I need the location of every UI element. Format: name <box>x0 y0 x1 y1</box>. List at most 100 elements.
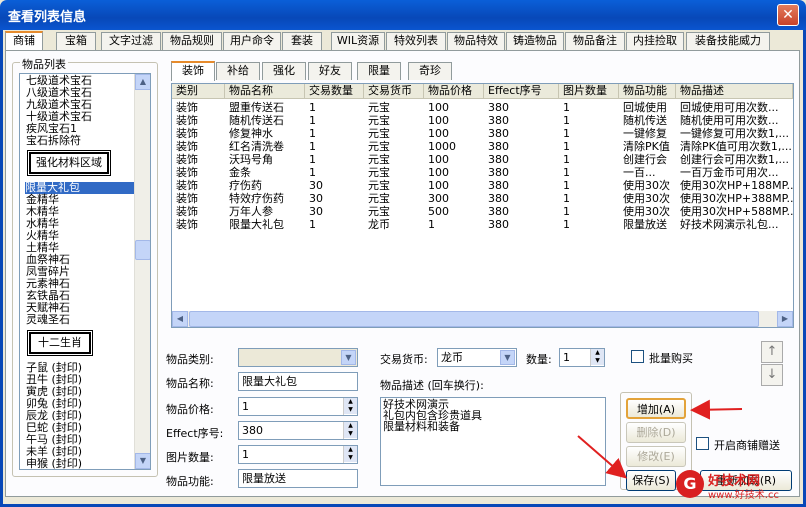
currency-select[interactable]: 龙币 ▼ <box>437 348 517 367</box>
tab-item-rules[interactable]: 物品规则 <box>162 32 222 50</box>
section-header-zodiac[interactable]: 十二生肖 <box>27 330 93 356</box>
subtab-supply[interactable]: 补给 <box>216 62 260 80</box>
tab-text-filter[interactable]: 文字过滤 <box>101 32 161 50</box>
subtab-limited[interactable]: 限量 <box>357 62 401 80</box>
chevron-down-icon[interactable]: ▼ <box>341 350 356 365</box>
table-cell: 1000 <box>428 140 456 153</box>
column-header[interactable]: 物品功能 <box>619 84 676 99</box>
function-field[interactable]: 限量放送 <box>238 469 358 488</box>
subtab-treasure[interactable]: 奇珍 <box>408 62 452 80</box>
tab-skill-power[interactable]: 装备技能威力 <box>686 32 770 50</box>
column-header[interactable]: 物品名称 <box>225 84 305 99</box>
table-cell: 沃玛号角 <box>229 153 273 166</box>
spin-icon[interactable]: ▲ ▼ <box>590 349 604 366</box>
item-list-scrollbar[interactable]: ▲ ▼ <box>134 74 150 469</box>
table-cell: 1 <box>309 153 316 166</box>
tab-user-commands[interactable]: 用户命令 <box>223 32 281 50</box>
description-line: 限量材料和装备 <box>383 420 460 433</box>
table-cell: 装饰 <box>176 127 198 140</box>
table-cell: 380 <box>488 179 509 192</box>
tab-wil-resources[interactable]: WIL资源 <box>331 32 385 50</box>
table-cell: 一键修复 <box>623 127 667 140</box>
image-count-stepper[interactable]: 1 ▲ ▼ <box>238 445 358 464</box>
scroll-right-icon[interactable]: ▶ <box>777 311 793 327</box>
table-cell: 限量放送 <box>623 218 667 231</box>
scroll-down-icon[interactable]: ▼ <box>135 453 150 469</box>
hscroll-thumb[interactable] <box>189 311 759 327</box>
delete-button[interactable]: 删除(D) <box>626 422 686 443</box>
scroll-thumb[interactable] <box>135 240 150 260</box>
subtab-friends[interactable]: 好友 <box>308 62 352 80</box>
column-header[interactable]: 类别 <box>172 84 225 99</box>
subtab-enhance[interactable]: 强化 <box>262 62 306 80</box>
table-cell: 好技术网演示礼包... <box>680 218 779 231</box>
scroll-left-icon[interactable]: ◀ <box>172 311 188 327</box>
item-grid[interactable]: 类别 物品名称 交易数量 交易货币 物品价格 Effect序号 图片数量 物品功… <box>171 83 794 328</box>
window-title: 查看列表信息 <box>8 10 87 25</box>
table-cell: 380 <box>488 114 509 127</box>
close-button[interactable]: ✕ <box>777 4 799 26</box>
table-cell: 500 <box>428 205 449 218</box>
description-textarea[interactable]: 好技术网演示 礼包内包含珍贵道具 限量材料和装备 <box>380 397 606 486</box>
spin-icon[interactable]: ▲ ▼ <box>343 422 357 439</box>
category-select[interactable]: ▼ <box>238 348 358 367</box>
tab-shop[interactable]: 商铺 <box>5 31 43 51</box>
spin-icon[interactable]: ▲ ▼ <box>343 446 357 463</box>
move-down-button[interactable]: ↓ <box>761 364 783 386</box>
gift-toggle-checkbox[interactable] <box>696 437 709 450</box>
column-header[interactable]: 物品描述 <box>676 84 793 99</box>
tab-effect-list[interactable]: 特效列表 <box>386 32 446 50</box>
column-header[interactable]: 交易数量 <box>305 84 364 99</box>
quantity-stepper[interactable]: 1 ▲ ▼ <box>559 348 605 367</box>
column-header[interactable]: 物品价格 <box>424 84 484 99</box>
table-cell: 380 <box>488 153 509 166</box>
tab-chest[interactable]: 宝箱 <box>56 32 96 50</box>
scroll-up-icon[interactable]: ▲ <box>135 74 150 90</box>
table-cell: 回城使用可用次数... <box>680 101 779 114</box>
table-cell: 元宝 <box>368 114 390 127</box>
spin-icon[interactable]: ▲ ▼ <box>343 398 357 415</box>
tab-item-notes[interactable]: 物品备注 <box>565 32 625 50</box>
table-cell: 使用30次 <box>623 205 670 218</box>
table-cell: 1 <box>309 114 316 127</box>
list-item[interactable]: 申猴 (封印) <box>26 458 82 470</box>
tab-sets[interactable]: 套装 <box>282 32 322 50</box>
table-cell: 380 <box>488 205 509 218</box>
bulk-buy-checkbox[interactable] <box>631 350 644 363</box>
table-cell: 元宝 <box>368 205 390 218</box>
table-cell: 装饰 <box>176 192 198 205</box>
move-up-button[interactable]: ↑ <box>761 341 783 363</box>
table-cell: 修复神水 <box>229 127 273 140</box>
description-label: 物品描述 (回车换行): <box>380 379 484 392</box>
table-cell: 装饰 <box>176 218 198 231</box>
effect-stepper[interactable]: 380 ▲ ▼ <box>238 421 358 440</box>
item-list[interactable]: 七级道术宝石 八级道术宝石 九级道术宝石 十级道术宝石 疾风宝石1 宝石拆除符 … <box>19 73 151 470</box>
price-label: 物品价格: <box>166 403 214 416</box>
name-field[interactable]: 限量大礼包 <box>238 372 358 391</box>
watermark-logo-icon: G <box>676 470 704 498</box>
subtab-decoration[interactable]: 装饰 <box>171 61 215 81</box>
column-header[interactable]: Effect序号 <box>484 84 559 99</box>
price-stepper[interactable]: 1 ▲ ▼ <box>238 397 358 416</box>
table-cell: 1 <box>309 127 316 140</box>
image-count-label: 图片数量: <box>166 451 214 464</box>
save-button[interactable]: 保存(S) <box>626 470 676 491</box>
modify-button[interactable]: 修改(E) <box>626 446 686 467</box>
column-header[interactable]: 图片数量 <box>559 84 619 99</box>
table-cell: 1 <box>563 101 570 114</box>
tab-item-effects[interactable]: 物品特效 <box>447 32 505 50</box>
section-header-materials[interactable]: 强化材料区域 <box>27 150 111 176</box>
table-cell: 盟重传送石 <box>229 101 284 114</box>
tab-auto-pickup[interactable]: 内挂捡取 <box>626 32 684 50</box>
list-item[interactable]: 灵魂圣石 <box>26 314 70 326</box>
add-button[interactable]: 增加(A) <box>626 398 686 419</box>
table-cell: 380 <box>488 218 509 231</box>
tab-forge-items[interactable]: 铸造物品 <box>506 32 564 50</box>
table-cell: 元宝 <box>368 140 390 153</box>
grid-hscrollbar[interactable]: ◀ ▶ <box>172 311 793 327</box>
table-cell: 1 <box>563 205 570 218</box>
table-cell: 30 <box>309 205 323 218</box>
chevron-down-icon[interactable]: ▼ <box>500 350 515 365</box>
list-item[interactable]: 宝石拆除符 <box>26 135 81 147</box>
column-header[interactable]: 交易货币 <box>364 84 424 99</box>
